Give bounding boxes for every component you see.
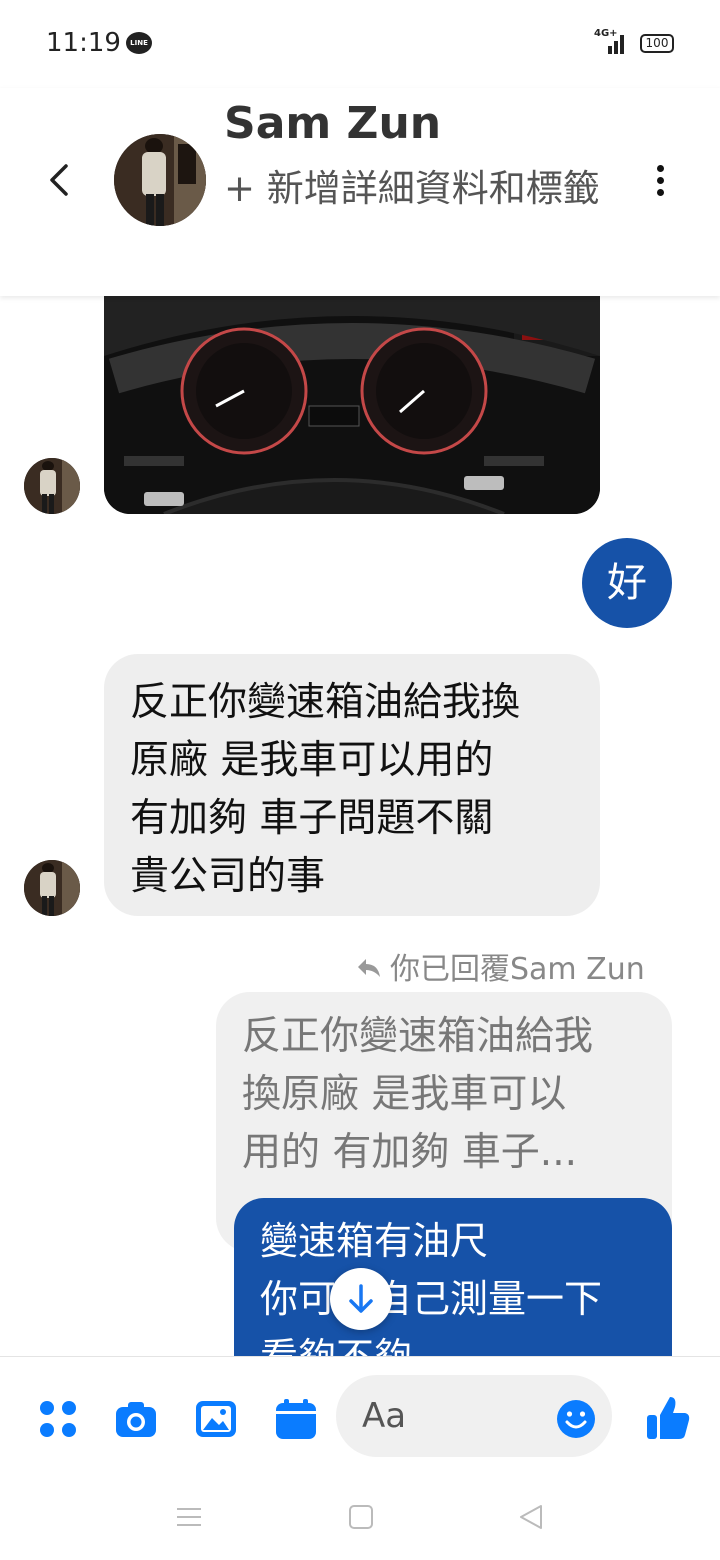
reply-indicator: 你已回覆Sam Zun: [356, 944, 645, 988]
arrow-down-icon: [349, 1284, 373, 1313]
message-composer: [0, 1356, 720, 1480]
battery-icon: 100: [640, 34, 674, 53]
status-bar: 11:19 LINE 4G+ 100: [0, 0, 720, 88]
reply-arrow-icon: [358, 959, 380, 977]
contact-avatar[interactable]: [114, 134, 206, 226]
message-list[interactable]: 好 反正你變速箱油給我換 原廠 是我車可以用的 有加夠 車子問題不關 貴公司的事…: [0, 296, 720, 1356]
contact-avatar-small[interactable]: [24, 860, 80, 916]
message-line: 變速箱有油尺: [260, 1219, 489, 1263]
conversation-header: Sam Zun + 新增詳細資料和標籤: [0, 88, 720, 296]
battery-level: 100: [645, 36, 669, 50]
calendar-button[interactable]: [274, 1397, 318, 1441]
signal-icon: 4G+: [594, 28, 628, 56]
emoji-button[interactable]: [556, 1399, 596, 1439]
camera-button[interactable]: [114, 1397, 158, 1441]
vertical-dots-icon: [656, 165, 664, 172]
add-details-link[interactable]: + 新增詳細資料和標籤: [224, 160, 624, 218]
menu-grid-icon: [40, 1401, 76, 1437]
status-time: 11:19: [46, 28, 121, 58]
message-bubble-outgoing-reply[interactable]: 變速箱有油尺 你可以自己測量一下 看夠不夠: [234, 1198, 672, 1356]
message-line: 貴公司的事: [130, 854, 326, 899]
thumbs-up-icon: [647, 1397, 690, 1439]
menu-lines-icon: [177, 1508, 201, 1526]
gallery-button[interactable]: [194, 1397, 238, 1441]
quoted-line: 反正你變速箱油給我: [242, 1014, 594, 1059]
camera-icon: [116, 1402, 156, 1437]
system-back-button[interactable]: [516, 1502, 546, 1532]
gallery-icon: [196, 1401, 236, 1437]
message-bubble-outgoing[interactable]: 好: [582, 538, 672, 628]
scroll-to-bottom-button[interactable]: [330, 1268, 392, 1330]
back-button[interactable]: [40, 158, 80, 202]
emoji-icon: [557, 1400, 595, 1438]
reply-label-text: 你已回覆Sam Zun: [390, 952, 645, 987]
triangle-back-icon: [520, 1505, 542, 1529]
quoted-line: 換原廠 是我車可以: [242, 1072, 567, 1117]
calendar-icon: [276, 1399, 316, 1439]
message-line: 反正你變速箱油給我換: [130, 680, 521, 725]
message-line: 原廠 是我車可以用的: [130, 738, 494, 783]
chevron-left-icon: [50, 164, 68, 196]
contact-avatar-small[interactable]: [24, 458, 80, 514]
line-app-icon: LINE: [126, 32, 152, 54]
like-button[interactable]: [646, 1395, 690, 1441]
dashboard-photo-message[interactable]: [104, 296, 600, 514]
menu-grid-button[interactable]: [36, 1397, 80, 1441]
contact-name[interactable]: Sam Zun: [224, 98, 441, 149]
message-line: 你可以自己測量一下: [260, 1277, 603, 1321]
more-options-button[interactable]: [648, 162, 672, 202]
message-bubble-incoming[interactable]: 反正你變速箱油給我換 原廠 是我車可以用的 有加夠 車子問題不關 貴公司的事: [104, 654, 600, 916]
system-navigation-bar: [0, 1480, 720, 1560]
recent-apps-button[interactable]: [174, 1502, 204, 1532]
message-line: 有加夠 車子問題不關: [130, 796, 494, 841]
home-button[interactable]: [346, 1502, 376, 1532]
message-line: 看夠不夠: [260, 1328, 646, 1356]
square-icon: [349, 1505, 373, 1529]
quoted-line: 用的 有加夠 車子...: [242, 1130, 577, 1175]
